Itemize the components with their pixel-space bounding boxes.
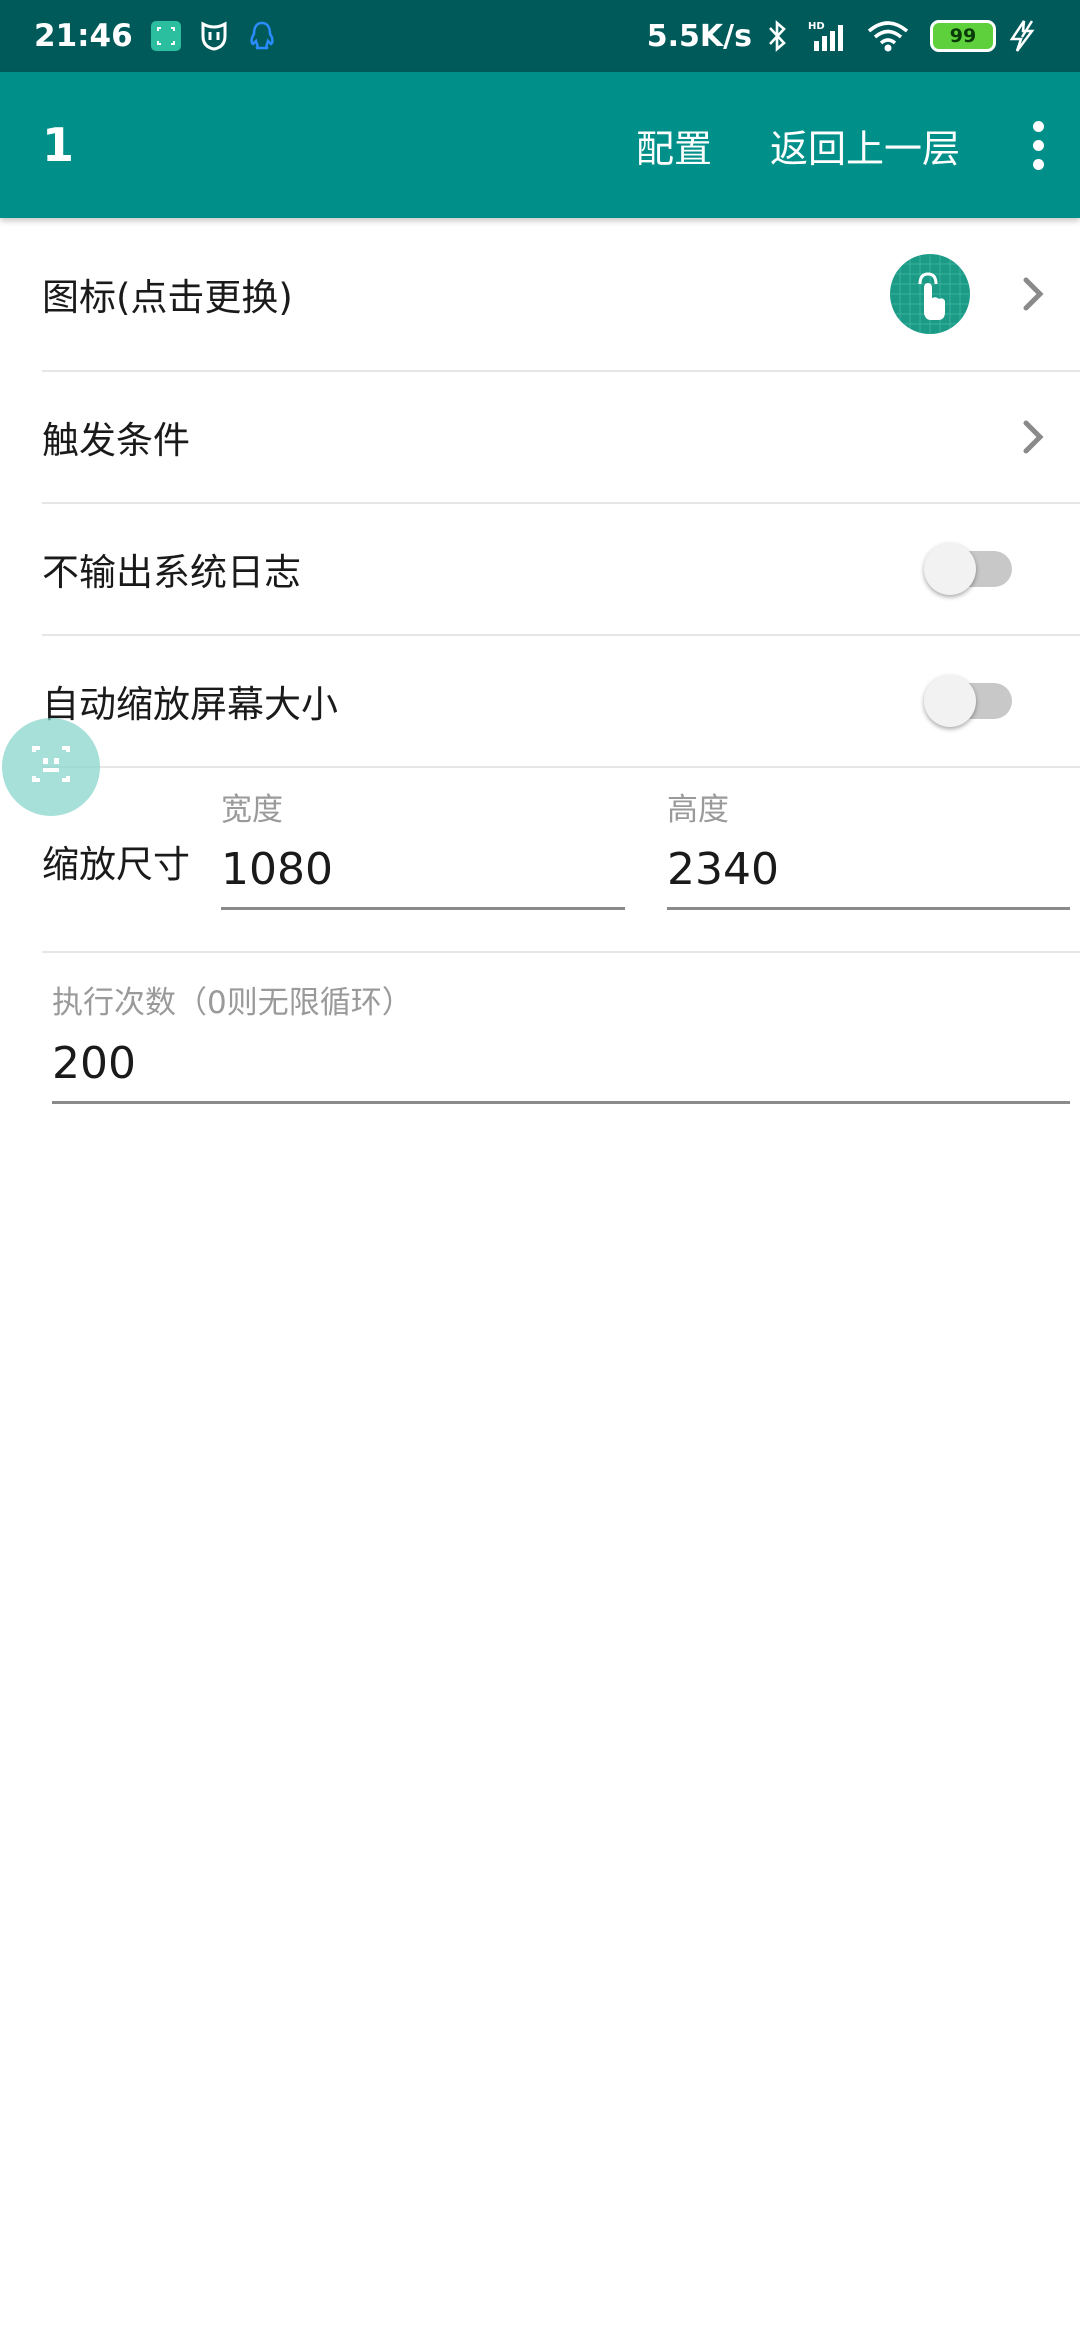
width-field-underline (221, 907, 625, 910)
exec-count-label: 执行次数（0则无限循环） (52, 985, 413, 1021)
touch-hand-icon[interactable] (890, 254, 970, 334)
battery-level: 99 (949, 25, 977, 47)
floating-assistant-button[interactable] (2, 718, 100, 816)
settings-row-auto-scale: 自动缩放屏幕大小 (42, 636, 1080, 768)
status-bar: 21:46 5.5K/s HD 99 (0, 0, 1080, 72)
height-field-label: 高度 (667, 792, 729, 828)
network-speed: 5.5K/s (646, 18, 752, 54)
width-field-label: 宽度 (221, 792, 283, 828)
back-to-parent-button[interactable]: 返回上一层 (770, 118, 960, 173)
exec-count-field[interactable]: 200 (52, 1038, 136, 1089)
app-bar: 1 配置 返回上一层 (0, 72, 1080, 218)
auto-scale-row-label: 自动缩放屏幕大小 (42, 683, 338, 726)
page-title: 1 (42, 118, 75, 172)
robot-face-icon (32, 746, 70, 782)
auto-scale-toggle[interactable] (924, 675, 1012, 727)
icon-row-label: 图标(点击更换) (42, 276, 293, 319)
height-field-underline (667, 907, 1070, 910)
chevron-right-icon (1023, 420, 1044, 454)
width-field[interactable]: 1080 (221, 844, 333, 895)
scale-size-label: 缩放尺寸 (42, 843, 190, 886)
status-time: 21:46 (34, 18, 133, 54)
charging-icon (1006, 19, 1040, 53)
trigger-row-label: 触发条件 (42, 419, 190, 462)
config-button[interactable]: 配置 (636, 118, 712, 173)
wifi-icon (866, 19, 910, 53)
hd-signal-icon: HD (808, 19, 852, 53)
toggle-knob (924, 543, 976, 595)
battery-icon: 99 (930, 20, 996, 52)
mi-home-icon (197, 19, 231, 53)
settings-row-no-log: 不输出系统日志 (42, 504, 1080, 636)
scan-app-icon (149, 19, 183, 53)
settings-row-icon[interactable]: 图标(点击更换) (42, 218, 1080, 372)
exec-count-underline (52, 1101, 1070, 1104)
chevron-right-icon (1023, 277, 1044, 311)
settings-row-trigger[interactable]: 触发条件 (42, 372, 1080, 504)
more-vert-icon[interactable] (1018, 105, 1058, 185)
no-log-toggle[interactable] (924, 543, 1012, 595)
height-field[interactable]: 2340 (667, 844, 779, 895)
no-log-row-label: 不输出系统日志 (42, 551, 301, 594)
divider (42, 951, 1080, 953)
toggle-knob (924, 675, 976, 727)
bluetooth-icon (760, 19, 794, 53)
svg-text:HD: HD (808, 21, 825, 32)
qq-icon (245, 19, 279, 53)
